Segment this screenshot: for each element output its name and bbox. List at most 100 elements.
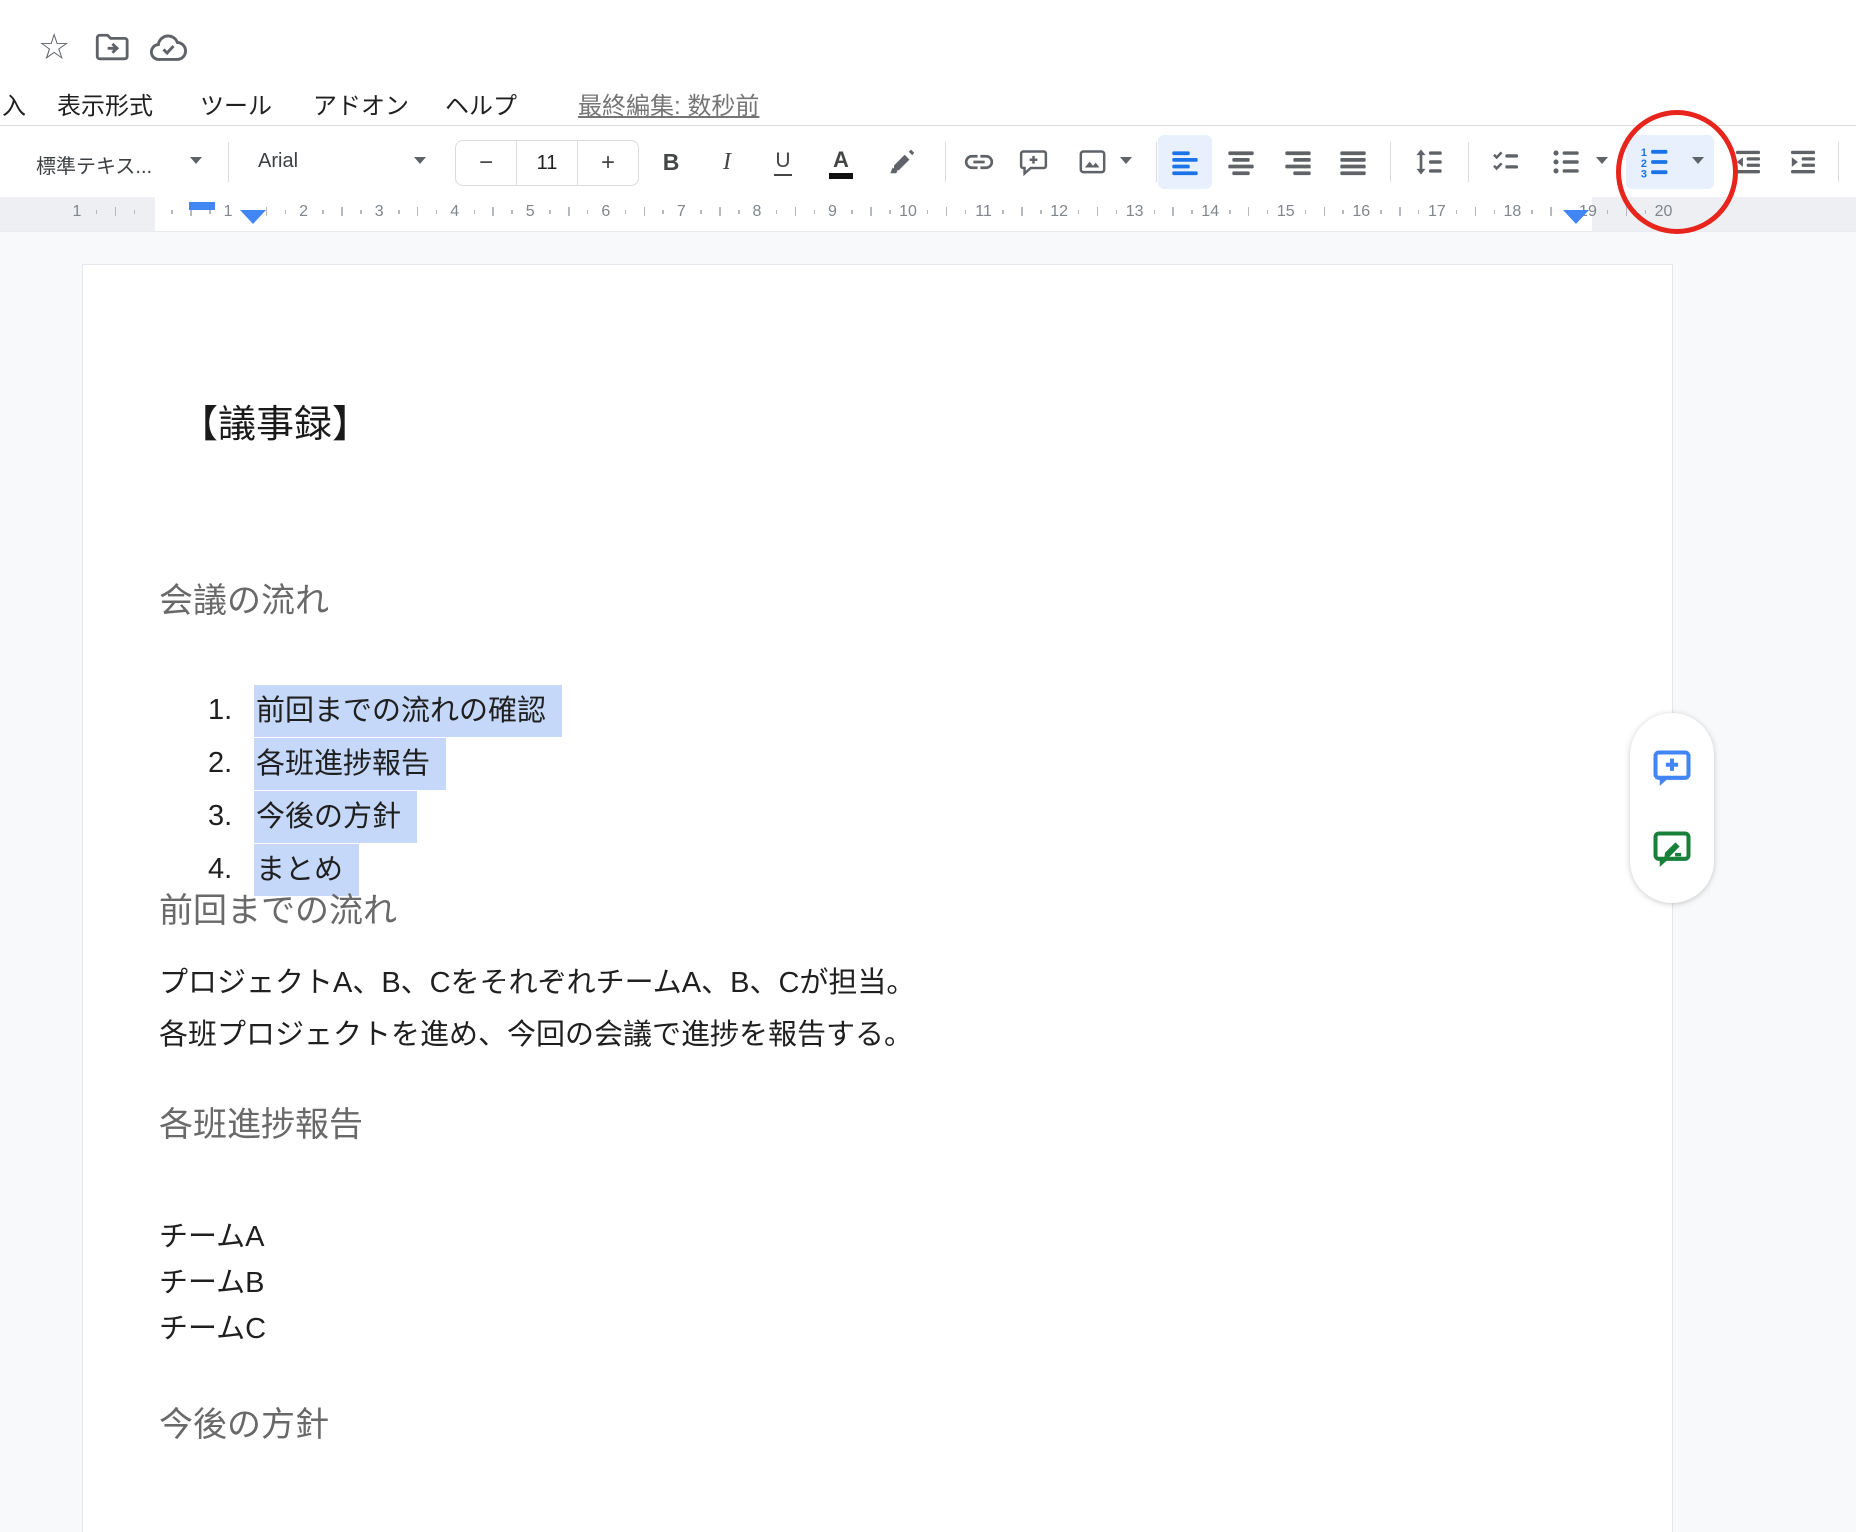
line-spacing-icon [1413,146,1445,178]
insert-image-button[interactable] [1074,145,1110,179]
numbered-list-icon: 123 [1638,145,1671,179]
justify-button[interactable] [1336,145,1370,179]
star-icon[interactable]: ☆ [38,28,70,66]
heading-progress-report[interactable]: 各班進捗報告 [159,1097,363,1146]
toolbar-divider [1156,142,1157,182]
checklist-button[interactable] [1489,145,1523,179]
suggest-edits-fab-button[interactable] [1649,827,1695,873]
menu-addons[interactable]: アドオン [313,86,409,121]
align-center-icon [1225,146,1257,178]
paragraph-style-dropdown[interactable]: 標準テキス... [36,150,152,179]
paragraph[interactable]: チームC [159,1305,266,1347]
paragraph[interactable]: チームA [159,1213,264,1255]
add-comment-button[interactable] [1015,145,1051,179]
line-spacing-button[interactable] [1412,145,1446,179]
add-comment-fab-button[interactable] [1649,746,1695,792]
font-name-label: Arial [258,150,298,173]
ruler-tick [851,210,853,214]
doc-title[interactable]: 【議事録】 [180,393,370,448]
ruler-tick [341,207,343,216]
ruler-tick [1456,210,1458,214]
menu-format[interactable]: 表示形式 [57,86,153,121]
bulleted-list-button[interactable] [1549,145,1583,179]
ruler-tick [96,210,98,214]
selected-text[interactable]: 前回までの流れの確認 [254,685,562,737]
numbered-list-button[interactable]: 123 [1637,145,1671,179]
menu-help[interactable]: ヘルプ [445,86,517,121]
toolbar-divider [1468,142,1469,182]
comment-add-icon [1017,146,1050,179]
font-size-input[interactable]: 11 [516,141,578,185]
ruler-tick [1550,207,1552,216]
right-indent-marker[interactable] [1563,210,1589,224]
ruler-tick [322,210,324,214]
ruler-number: 12 [1050,203,1068,221]
font-size-control: − 11 + [455,140,639,186]
bold-button[interactable]: B [654,145,688,179]
align-center-button[interactable] [1224,145,1258,179]
paragraph[interactable]: 各班プロジェクトを進め、今回の会議で進捗を報告する。 [159,1011,913,1053]
increase-indent-button[interactable] [1786,145,1820,179]
ruler-tick [662,210,664,214]
pen-comment-icon [1649,827,1695,873]
insert-link-button[interactable] [961,145,997,179]
chevron-down-icon[interactable] [414,157,426,164]
ruler-tick [549,210,551,214]
ruler-tick [776,210,778,214]
decrease-indent-button[interactable] [1731,145,1765,179]
list-number: 1. [208,694,254,727]
chevron-down-icon[interactable] [190,157,202,164]
google-docs-window: ☆ 入 表示形式 ツール アドオン ヘルプ 最終編集: 数秒前 標準テキス...… [0,0,1856,1532]
ruler-number: 14 [1201,203,1219,221]
image-icon [1076,146,1109,179]
underline-button[interactable]: U [766,145,800,179]
ruler-tick [1475,207,1477,216]
increase-font-size-button[interactable]: + [578,141,638,185]
checklist-icon [1490,146,1522,178]
heading-meeting-flow[interactable]: 会議の流れ [159,573,329,622]
ruler-right-margin [1592,197,1856,231]
list-item[interactable]: 1. 前回までの流れの確認 [208,684,562,737]
ruler-tick [398,210,400,214]
last-edit-link[interactable]: 最終編集: 数秒前 [578,86,759,121]
justify-icon [1337,146,1369,178]
ruler-tick [1191,210,1193,214]
list-item[interactable]: 3. 今後の方針 [208,790,417,843]
left-indent-marker[interactable] [240,210,266,224]
selected-text[interactable]: 今後の方針 [254,791,417,843]
paragraph[interactable]: チームB [159,1259,264,1301]
highlight-color-button[interactable] [885,145,919,179]
align-right-button[interactable] [1281,145,1315,179]
move-folder-icon[interactable] [94,31,132,69]
ruler-number: 17 [1428,203,1446,221]
decrease-font-size-button[interactable]: − [456,141,516,185]
list-item[interactable]: 2. 各班進捗報告 [208,737,446,790]
heading-previous-flow[interactable]: 前回までの流れ [159,883,397,932]
cloud-saved-icon[interactable] [148,31,190,69]
toolbar-divider [945,142,946,182]
menu-insert-partial[interactable]: 入 [2,86,26,121]
chevron-down-icon[interactable] [1692,157,1704,164]
menu-tools[interactable]: ツール [200,86,272,121]
ruler-tick [1116,210,1118,214]
chevron-down-icon[interactable] [1596,157,1608,164]
heading-future-policy[interactable]: 今後の方針 [159,1397,329,1446]
text-color-button[interactable]: A [824,144,858,182]
document-page[interactable]: 【議事録】 会議の流れ 1. 前回までの流れの確認 2. 各班進捗報告 3. 今… [82,264,1673,1532]
font-dropdown[interactable]: Arial [258,150,298,173]
selected-text[interactable]: 各班進捗報告 [254,738,446,790]
ruler-tick [1305,210,1307,214]
chevron-down-icon[interactable] [1120,157,1132,164]
text-color-label: A [833,148,849,172]
ruler-tick [1267,210,1269,214]
align-left-button[interactable] [1168,145,1202,179]
ruler[interactable]: 11234567891011121314151617181920 [0,197,1856,232]
paragraph[interactable]: プロジェクトA、B、CをそれぞれチームA、B、Cが担当。 [159,959,915,1001]
ruler-tick [1645,210,1647,214]
first-line-indent-marker[interactable] [189,202,215,210]
bulleted-list-icon [1550,146,1582,178]
ruler-tick [870,207,872,216]
decrease-indent-icon [1732,146,1764,178]
italic-button[interactable]: I [710,145,744,179]
ruler-tick [266,207,268,216]
